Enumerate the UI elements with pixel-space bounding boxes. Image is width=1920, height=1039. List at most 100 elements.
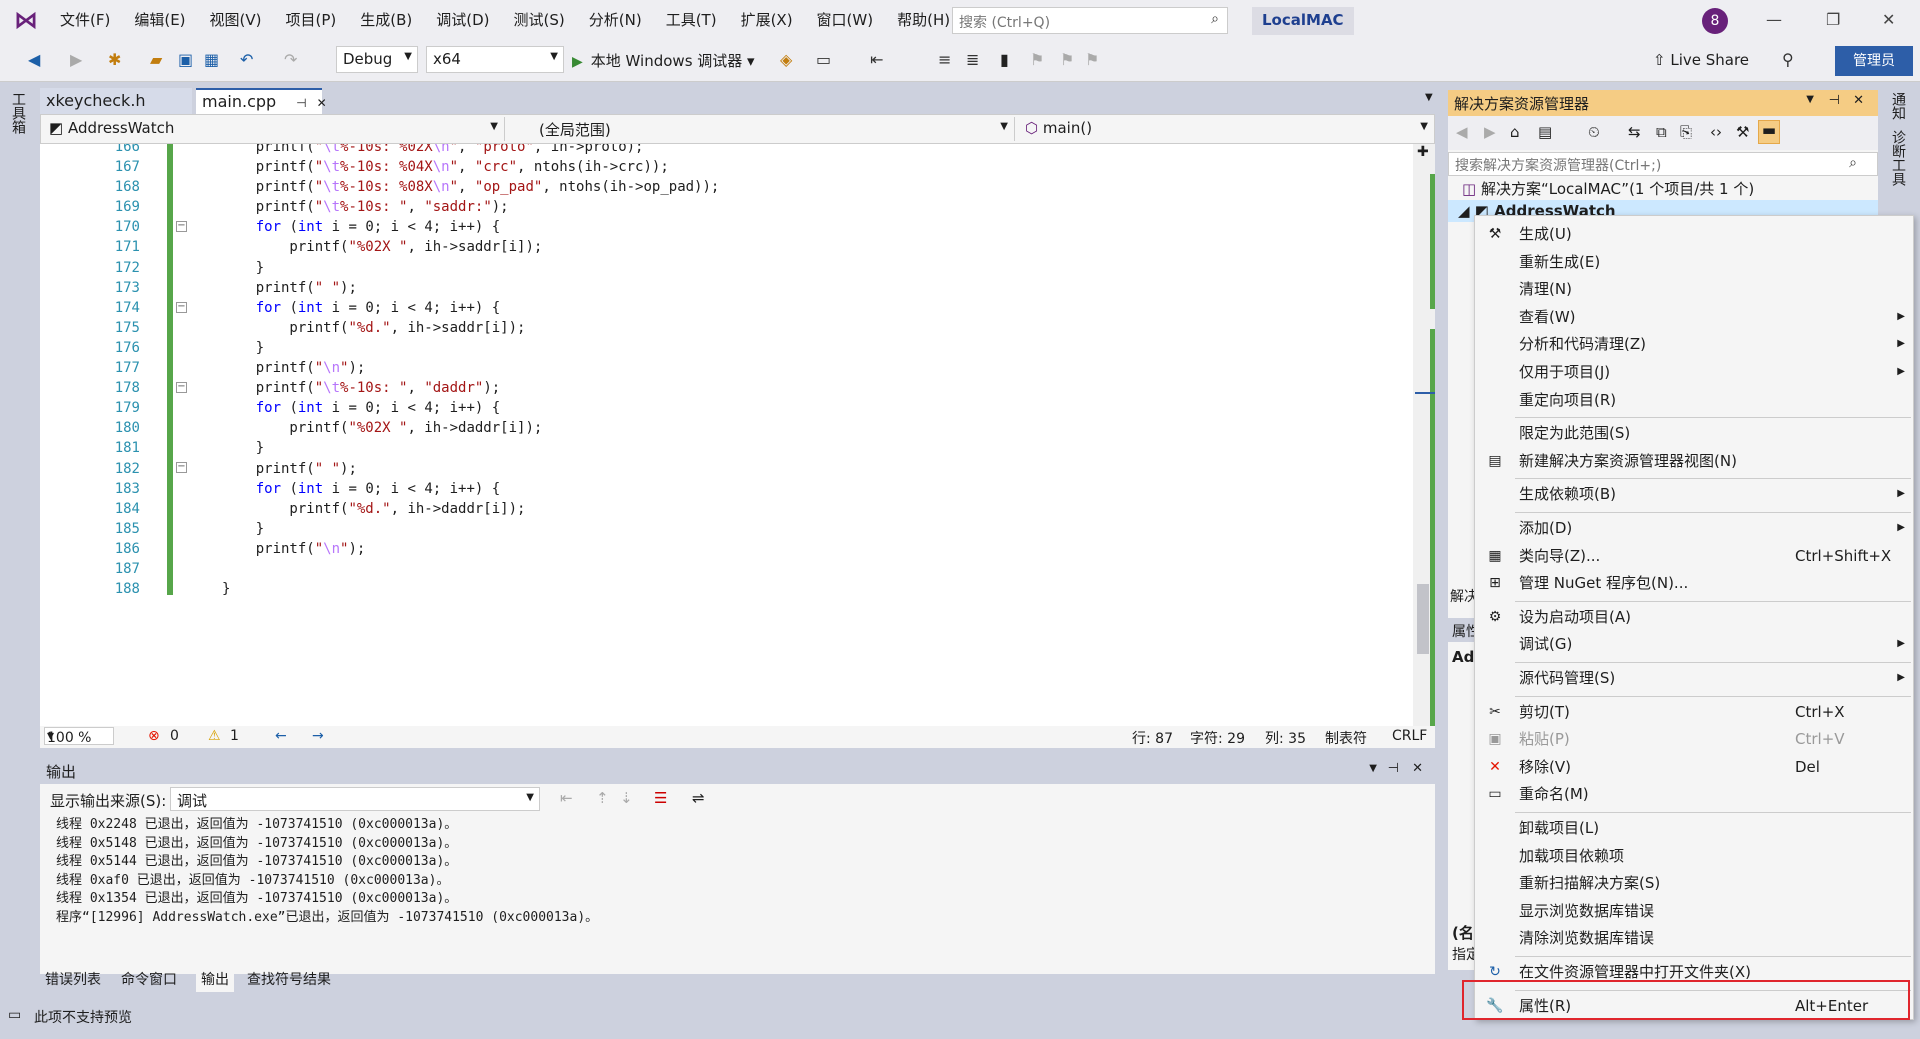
next-bookmark-icon[interactable]: ⚑ [1060, 50, 1074, 69]
context-menu-item[interactable]: 调试(G) ▶ [1475, 632, 1913, 656]
notification-badge[interactable]: 8 [1702, 8, 1728, 34]
close-window-icon[interactable]: ✕ [1882, 10, 1895, 29]
context-menu-item[interactable]: 重新扫描解决方案(S) [1475, 871, 1913, 895]
pin-icon[interactable]: ⊣ [1388, 761, 1399, 776]
context-menu-item[interactable]: ⚒ 生成(U) [1475, 222, 1913, 246]
window-icon[interactable]: ▭ [816, 50, 831, 69]
bottom-tab[interactable]: 查找符号结果 [242, 970, 336, 992]
context-menu-item[interactable]: ✕ 移除(V) Del [1475, 755, 1913, 779]
context-menu-item[interactable]: ▦ 类向导(Z)... Ctrl+Shift+X [1475, 544, 1913, 568]
toolbox-tab[interactable]: 工具箱 [8, 92, 28, 134]
member-dropdown[interactable]: ⬡ main() ▼ [1019, 117, 1434, 141]
warning-icon[interactable]: ⚠ [208, 728, 221, 744]
close-icon[interactable]: ✕ [317, 96, 327, 110]
output-source-select[interactable]: 调试 ▼ [170, 787, 540, 811]
fold-icon[interactable]: − [176, 382, 187, 393]
indent-icon[interactable]: ≡ [938, 50, 951, 69]
zoom-select[interactable]: 100 % ▾ [44, 727, 114, 746]
context-menu-item[interactable]: 重定向项目(R) [1475, 388, 1913, 412]
search-box[interactable]: 搜索 (Ctrl+Q) ⌕ [952, 7, 1228, 34]
error-icon[interactable]: ⊗ [148, 728, 160, 744]
context-menu-item[interactable]: 生成依赖项(B) ▶ [1475, 482, 1913, 506]
menu-item[interactable]: 调试(D) [424, 0, 501, 40]
home-icon[interactable]: ⌂ [1510, 123, 1520, 141]
context-menu-item[interactable]: 卸载项目(L) [1475, 816, 1913, 840]
scroll-thumb[interactable] [1417, 584, 1429, 654]
project-dropdown[interactable]: ◩ AddressWatch ▼ [43, 117, 505, 141]
find-files-icon[interactable]: ◈ [780, 50, 792, 69]
menu-item[interactable]: 文件(F) [48, 0, 122, 40]
feedback-icon[interactable]: ⚲ [1782, 50, 1794, 69]
close-icon[interactable]: ✕ [1412, 761, 1423, 776]
tab-xkeycheck[interactable]: xkeycheck.h [40, 88, 192, 114]
context-menu-item[interactable]: 加载项目依赖项 [1475, 844, 1913, 868]
dropdown-icon[interactable]: ▼ [1369, 763, 1377, 774]
bookmark-icon[interactable]: ▮ [1000, 50, 1009, 69]
vs-logo-icon[interactable]: ⋈ [14, 6, 38, 34]
prev-message-icon[interactable]: ⇡ [596, 789, 609, 807]
menu-item[interactable]: 测试(S) [502, 0, 577, 40]
context-menu-item[interactable]: 查看(W) ▶ [1475, 305, 1913, 329]
fold-icon[interactable]: − [176, 462, 187, 473]
bottom-tab[interactable]: 错误列表 [40, 970, 106, 992]
context-menu-item[interactable]: ▤ 新建解决方案资源管理器视图(N) [1475, 449, 1913, 473]
clear-all-icon[interactable]: ☰ [654, 789, 667, 807]
tab-main-cpp[interactable]: main.cpp ⊣ ✕ [196, 88, 327, 114]
code-editor[interactable]: 166 167 168 169 170 171 172 173 174 175 176 177 178 1… [40, 144, 1435, 726]
diagnostic-tools-tab[interactable]: 诊断工具 [1888, 130, 1908, 186]
switch-views-icon[interactable]: ▤ [1538, 123, 1552, 141]
fold-icon[interactable]: − [176, 302, 187, 313]
tree-item-solution[interactable]: ◫ 解决方案“LocalMAC”(1 个项目/共 1 个) [1448, 178, 1878, 200]
output-text[interactable]: 线程 0x2248 已退出，返回值为 -1073741510 (0xc00001… [40, 814, 1435, 974]
save-icon[interactable]: ▣ [178, 50, 193, 69]
context-menu-item[interactable]: ✂ 剪切(T) Ctrl+X [1475, 700, 1913, 724]
context-menu-item[interactable]: ▭ 重命名(M) [1475, 782, 1913, 806]
menu-item[interactable]: 工具(T) [654, 0, 729, 40]
context-menu-item[interactable]: 仅用于项目(J) ▶ [1475, 360, 1913, 384]
forward-icon[interactable]: ▶ [1484, 123, 1496, 141]
menu-item[interactable]: 项目(P) [274, 0, 349, 40]
pin-icon[interactable]: ⊣ [296, 96, 306, 110]
menu-item[interactable]: 分析(N) [577, 0, 654, 40]
view-code-icon[interactable]: ‹› [1710, 123, 1722, 141]
context-menu-item[interactable]: 限定为此范围(S) [1475, 421, 1913, 445]
maximize-icon[interactable]: ❐ [1826, 10, 1840, 29]
pin-icon[interactable]: ⊣ [1829, 93, 1840, 108]
new-project-icon[interactable]: ✱ [108, 50, 121, 69]
menu-item[interactable]: 窗口(W) [805, 0, 886, 40]
next-issue-icon[interactable]: → [312, 728, 324, 744]
collapse-all-icon[interactable]: ⧉ [1656, 123, 1667, 141]
liveshare-button[interactable]: ⇧ Live Share [1653, 51, 1749, 69]
bottom-tab[interactable]: 输出 [196, 970, 234, 992]
context-menu-item[interactable]: ⚙ 设为启动项目(A) [1475, 605, 1913, 629]
redo-icon[interactable]: ↷ [284, 50, 297, 69]
open-icon[interactable]: ▰ [150, 50, 162, 69]
notifications-tab[interactable]: 通知 [1888, 92, 1908, 120]
bottom-tab[interactable]: 命令窗口 [116, 970, 182, 992]
outdent-icon[interactable]: ≣ [966, 50, 979, 69]
context-menu-item[interactable]: 重新生成(E) [1475, 250, 1913, 274]
prev-issue-icon[interactable]: ← [275, 728, 287, 744]
word-wrap-icon[interactable]: ⇌ [692, 789, 705, 807]
sync-icon[interactable]: ⇆ [1628, 123, 1641, 141]
start-debug-button[interactable]: ▶ 本地 Windows 调试器 ▾ [572, 50, 755, 71]
context-menu-item[interactable]: 分析和代码清理(Z) ▶ [1475, 332, 1913, 356]
properties-icon[interactable]: ⚒ [1736, 123, 1749, 141]
forward-icon[interactable]: ▶ [70, 50, 82, 69]
config-select[interactable]: Debug ▼ [336, 46, 418, 73]
expand-icon[interactable]: ◢ [1458, 202, 1475, 220]
undo-icon[interactable]: ↶ [240, 50, 253, 69]
context-menu-item[interactable]: 显示浏览数据库错误 [1475, 899, 1913, 923]
back-icon[interactable]: ◀ [1456, 123, 1468, 141]
clear-bookmark-icon[interactable]: ⚑ [1085, 50, 1099, 69]
next-message-icon[interactable]: ⇣ [620, 789, 633, 807]
preview-toggle-icon[interactable]: ▬ [1758, 120, 1780, 144]
dropdown-icon[interactable]: ▼ [1806, 94, 1814, 105]
solution-search[interactable]: 搜索解决方案资源管理器(Ctrl+;) ⌕ [1448, 152, 1878, 176]
show-all-files-icon[interactable]: ⎘ [1680, 123, 1692, 141]
context-menu-item[interactable]: 源代码管理(S) ▶ [1475, 666, 1913, 690]
pending-changes-icon[interactable]: ⏲ [1588, 123, 1600, 141]
admin-button[interactable]: 管理员 [1835, 46, 1913, 76]
save-all-icon[interactable]: ▦ [204, 50, 219, 69]
fold-icon[interactable]: − [176, 221, 187, 232]
